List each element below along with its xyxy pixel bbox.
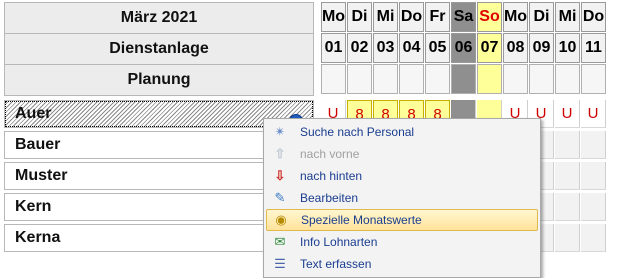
schedule-cell-auer[interactable]: U	[555, 100, 580, 128]
menu-item-nach-vorne[interactable]: ⇧ nach vorne	[266, 143, 538, 165]
employee-name: Muster	[15, 167, 68, 184]
schedule-cell[interactable]	[581, 162, 606, 190]
dienstanlage-label: Dienstanlage	[109, 40, 209, 57]
menu-item-text-erfassen[interactable]: ☰ Text erfassen	[266, 253, 538, 275]
weekday-header: Do	[581, 2, 606, 32]
day-number-header: 06	[451, 33, 476, 63]
employee-name: Kern	[15, 198, 52, 215]
edit-icon: ✎	[274, 190, 286, 205]
weekday-header: Do	[399, 2, 424, 32]
menu-item-spezielle-monatswerte[interactable]: ◉ Spezielle Monatswerte	[266, 209, 538, 231]
month-title: März 2021	[120, 9, 198, 26]
schedule-cell[interactable]	[555, 162, 580, 190]
context-menu: ✴ Suche nach Personal ⇧ nach vorne ⇩ nac…	[263, 118, 541, 278]
day-number-header: 04	[399, 33, 424, 63]
planung-cell[interactable]	[451, 64, 476, 94]
menu-item-label: Text erfassen	[300, 257, 372, 271]
weekday-header: So	[477, 2, 502, 32]
month-header: März 2021	[4, 2, 314, 34]
planung-cell[interactable]	[373, 64, 398, 94]
day-number-header: 05	[425, 33, 450, 63]
day-number-header: 10	[555, 33, 580, 63]
schedule-cell[interactable]	[555, 193, 580, 221]
menu-item-label: nach hinten	[300, 169, 363, 183]
money-bag-icon: ◉	[275, 212, 287, 227]
day-number-header: 07	[477, 33, 502, 63]
employee-name: Bauer	[15, 136, 61, 153]
planung-cell[interactable]	[529, 64, 554, 94]
menu-item-label: Info Lohnarten	[300, 235, 378, 249]
day-number-header: 11	[581, 33, 606, 63]
weekday-header: Di	[347, 2, 372, 32]
menu-item-label: Spezielle Monatswerte	[301, 213, 422, 227]
menu-item-bearbeiten[interactable]: ✎ Bearbeiten	[266, 187, 538, 209]
day-number-header: 03	[373, 33, 398, 63]
day-number-header: 08	[503, 33, 528, 63]
menu-item-label: Bearbeiten	[300, 191, 359, 205]
planung-cell[interactable]	[399, 64, 424, 94]
arrow-down-icon: ⇩	[274, 168, 286, 183]
planung-cell[interactable]	[425, 64, 450, 94]
weekday-header: Mi	[373, 2, 398, 32]
schedule-cell[interactable]	[581, 131, 606, 159]
schedule-cell-auer[interactable]: U	[581, 100, 606, 128]
weekday-header: Mi	[555, 2, 580, 32]
day-number-header: 09	[529, 33, 554, 63]
dienstanlage-header: Dienstanlage	[4, 33, 314, 65]
menu-item-label: Suche nach Personal	[300, 125, 415, 139]
schedule-cell[interactable]	[555, 131, 580, 159]
employee-name: Kerna	[15, 229, 61, 246]
planung-header: Planung	[4, 64, 314, 96]
info-mail-icon: ✉	[274, 234, 286, 249]
weekday-header: Di	[529, 2, 554, 32]
day-number-header: 01	[321, 33, 346, 63]
menu-item-suche-nach-personal[interactable]: ✴ Suche nach Personal	[266, 121, 538, 143]
planung-cell[interactable]	[477, 64, 502, 94]
schedule-cell[interactable]	[581, 193, 606, 221]
weekday-header: Mo	[321, 2, 346, 32]
menu-item-label: nach vorne	[300, 147, 360, 161]
day-number-header: 02	[347, 33, 372, 63]
menu-item-info-lohnarten[interactable]: ✉ Info Lohnarten	[266, 231, 538, 253]
schedule-cell[interactable]	[581, 224, 606, 252]
employee-name: Auer	[15, 105, 52, 122]
weekday-header: Sa	[451, 2, 476, 32]
weekday-header: Fr	[425, 2, 450, 32]
planung-cell[interactable]	[347, 64, 372, 94]
menu-item-nach-hinten[interactable]: ⇩ nach hinten	[266, 165, 538, 187]
weekday-header: Mo	[503, 2, 528, 32]
arrow-up-icon: ⇧	[274, 146, 286, 161]
planung-label: Planung	[127, 71, 191, 88]
planung-cell[interactable]	[321, 64, 346, 94]
schedule-cell[interactable]	[555, 224, 580, 252]
text-document-icon: ☰	[274, 256, 286, 271]
planung-cell[interactable]	[555, 64, 580, 94]
planung-cell[interactable]	[581, 64, 606, 94]
search-person-icon: ✴	[274, 124, 286, 139]
planung-cell[interactable]	[503, 64, 528, 94]
